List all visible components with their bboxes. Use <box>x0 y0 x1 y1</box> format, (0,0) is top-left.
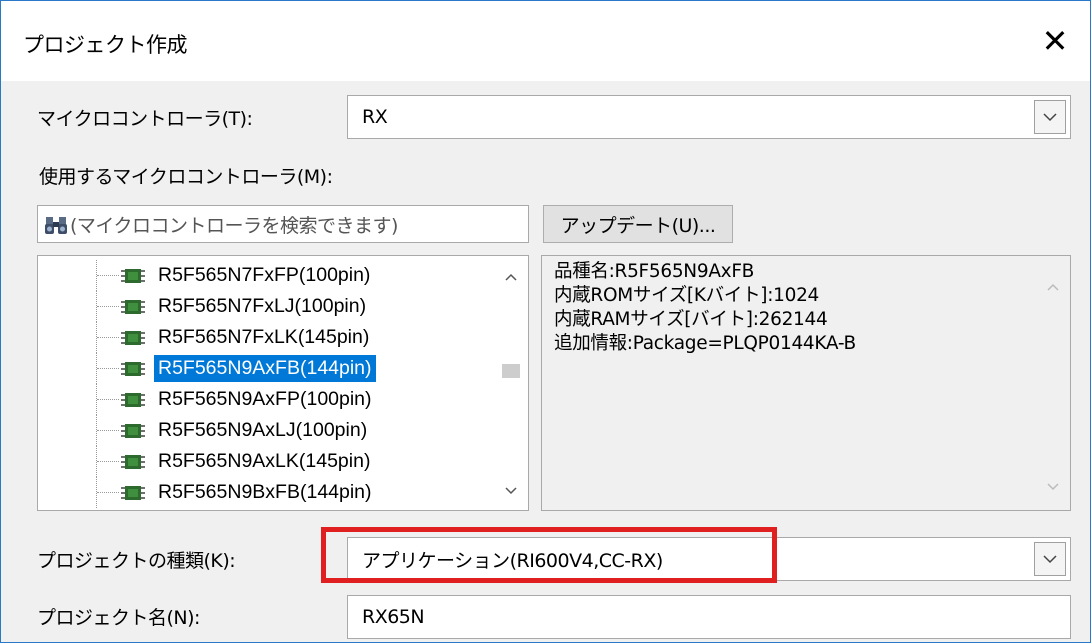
chip-icon <box>121 486 145 500</box>
mcu-search-input[interactable]: (マイクロコントローラを検索できます) <box>37 205 529 243</box>
chip-icon <box>121 362 145 376</box>
close-button[interactable]: ✕ <box>1020 1 1090 81</box>
details-rom-size: 内蔵ROMサイズ[Kバイト]:1024 <box>554 285 820 306</box>
chevron-down-icon <box>505 487 517 495</box>
chevron-up-icon <box>1047 283 1059 291</box>
tree-item-label: R5F565N9AxFP(100pin) <box>158 388 372 410</box>
mcu-details-text: 品種名:R5F565N9AxFB 内蔵ROMサイズ[Kバイト]:1024 内蔵RAM… <box>554 260 856 356</box>
mcu-dropdown-button[interactable] <box>1034 100 1066 134</box>
chevron-down-icon <box>1043 112 1057 121</box>
chip-icon <box>121 331 145 345</box>
mcu-select[interactable]: RX <box>347 95 1071 139</box>
scroll-down-button[interactable] <box>494 476 528 506</box>
details-scroll-up[interactable] <box>1036 272 1070 302</box>
chip-icon <box>121 455 145 469</box>
tree-guide <box>97 368 119 369</box>
tree-guide <box>97 306 119 307</box>
project-type-dropdown-button[interactable] <box>1034 542 1066 576</box>
project-type-label: プロジェクトの種類(K): <box>37 550 236 572</box>
search-placeholder: (マイクロコントローラを検索できます) <box>70 214 398 237</box>
project-name-input[interactable]: RX65N <box>347 595 1071 639</box>
tree-item-label: R5F565N7FxFP(100pin) <box>158 264 371 286</box>
tree-scrollbar[interactable] <box>494 256 528 510</box>
tree-item-label: R5F565N9AxFB(144pin) <box>154 355 376 382</box>
details-package: 追加情報:Package=PLQP0144KA-B <box>554 333 856 354</box>
chevron-down-icon <box>1043 554 1057 563</box>
tree-item-label: R5F565N9AxLK(145pin) <box>158 450 371 472</box>
update-button[interactable]: アップデート(U)... <box>543 205 733 243</box>
tree-item-label: R5F565N7FxLJ(100pin) <box>158 295 367 317</box>
mcu-select-value: RX <box>362 106 388 128</box>
tree-guide <box>97 461 119 462</box>
tree-item-label: R5F565N7FxLK(145pin) <box>158 326 370 348</box>
chevron-down-icon <box>1047 483 1059 491</box>
tree-guide <box>97 492 119 493</box>
scroll-up-button[interactable] <box>494 262 528 292</box>
window-title: プロジェクト作成 <box>23 33 188 57</box>
project-type-value: アプリケーション(RI600V4,CC-RX) <box>362 549 663 572</box>
tree-item[interactable]: R5F565N7FxLK(145pin) <box>38 322 498 353</box>
details-product-name: 品種名:R5F565N9AxFB <box>554 261 755 282</box>
project-type-select[interactable]: アプリケーション(RI600V4,CC-RX) <box>347 537 1071 581</box>
tree-guide <box>97 275 119 276</box>
close-icon: ✕ <box>1041 22 1069 60</box>
chip-icon <box>121 424 145 438</box>
chip-icon <box>121 269 145 283</box>
details-scroll-down[interactable] <box>1036 472 1070 502</box>
details-ram-size: 内蔵RAMサイズ[バイト]:262144 <box>554 309 828 330</box>
tree-item[interactable]: R5F565N7FxFP(100pin) <box>38 260 498 291</box>
tree-guide <box>97 430 119 431</box>
project-name-value: RX65N <box>362 606 425 628</box>
tree-item[interactable]: R5F565N9AxLJ(100pin) <box>38 415 498 446</box>
mcu-label: マイクロコントローラ(T): <box>37 108 253 130</box>
binoculars-icon <box>45 217 67 234</box>
create-project-dialog: プロジェクト作成 ✕ マイクロコントローラ(T): RX 使用するマイクロコント… <box>0 0 1091 643</box>
tree-guide <box>97 337 119 338</box>
tree-item-label: R5F565N9AxLJ(100pin) <box>158 419 368 441</box>
tree-guide <box>97 399 119 400</box>
project-name-label: プロジェクト名(N): <box>37 607 200 629</box>
mcu-list-label: 使用するマイクロコントローラ(M): <box>39 166 333 188</box>
tree-item-selected[interactable]: R5F565N9AxFB(144pin) <box>38 353 498 384</box>
chevron-up-icon <box>505 273 517 281</box>
mcu-tree[interactable]: R5F565N7FxFP(100pin) R5F565N7FxLJ(100pin… <box>37 255 529 511</box>
title-bar: プロジェクト作成 ✕ <box>1 1 1090 81</box>
tree-item-label: R5F565N9BxFB(144pin) <box>158 481 372 503</box>
details-scrollbar[interactable] <box>1036 256 1070 510</box>
tree-item[interactable]: R5F565N9AxFP(100pin) <box>38 384 498 415</box>
chip-icon <box>121 300 145 314</box>
chip-icon <box>121 393 145 407</box>
tree-item[interactable]: R5F565N7FxLJ(100pin) <box>38 291 498 322</box>
tree-item[interactable]: R5F565N9BxFB(144pin) <box>38 477 498 508</box>
mcu-details-panel: 品種名:R5F565N9AxFB 内蔵ROMサイズ[Kバイト]:1024 内蔵RAM… <box>541 255 1071 511</box>
tree-item[interactable]: R5F565N9AxLK(145pin) <box>38 446 498 477</box>
scroll-thumb[interactable] <box>502 364 520 378</box>
